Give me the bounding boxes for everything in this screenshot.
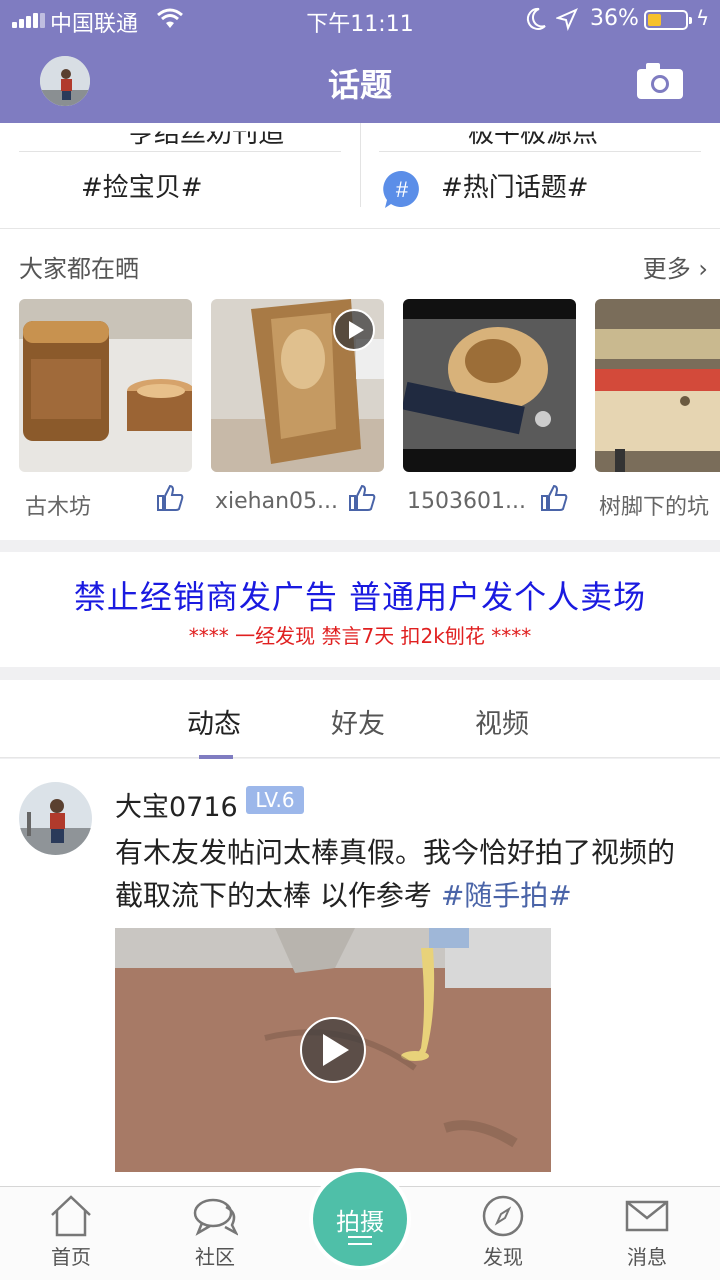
tabbar-label: 首页 xyxy=(51,1245,91,1269)
camera-icon[interactable] xyxy=(636,62,684,100)
tabbar-item-discover[interactable]: 发现 xyxy=(453,1193,553,1270)
photo-thumbnail[interactable] xyxy=(403,299,576,472)
status-bar: 中国联通 下午11:11 36% ϟ xyxy=(0,0,720,40)
thumbnail-author: 古木坊 xyxy=(25,495,92,520)
tabbar-label: 发现 xyxy=(483,1245,523,1269)
moon-icon xyxy=(526,7,546,30)
topic-grid: 亨结丝劝刊追 极平极源点 #捡宝贝# # #热门话题# xyxy=(0,123,720,228)
post-author[interactable]: 大宝0716 xyxy=(115,785,238,824)
menu-lines-icon xyxy=(348,1236,372,1245)
shoot-button[interactable]: 拍摄 xyxy=(309,1168,411,1270)
topic-label: #捡宝贝# xyxy=(81,173,203,203)
photo-thumbnail[interactable] xyxy=(19,299,192,472)
level-badge: LV.6 xyxy=(246,786,304,814)
tab-friends[interactable]: 好友 xyxy=(331,702,385,741)
thumbnail-author: 1503601... xyxy=(407,489,526,514)
avatar[interactable] xyxy=(19,782,92,855)
post-hashtag[interactable]: #随手拍# xyxy=(441,879,572,912)
top-bar: 中国联通 下午11:11 36% ϟ 话题 xyxy=(0,0,720,123)
thumbs-up-icon[interactable] xyxy=(347,483,377,513)
post-video[interactable] xyxy=(115,928,551,1172)
notice-subline: **** 一经发现 禁言7天 扣2k刨花 **** xyxy=(188,624,532,648)
chat-bubble-icon xyxy=(193,1198,238,1236)
shoot-button-inner: 拍摄 xyxy=(313,1172,407,1266)
home-icon xyxy=(51,1195,91,1237)
thumbnail-author: 树脚下的坑 xyxy=(599,495,710,520)
shoot-label: 拍摄 xyxy=(336,1208,384,1236)
tab-videos[interactable]: 视频 xyxy=(475,702,529,741)
tabbar-label: 消息 xyxy=(627,1245,667,1269)
page-title: 话题 xyxy=(327,66,392,104)
post-text: 有木友发帖问太棒真假。我今恰好拍了视频的 截取流下的太棒 以作参考 #随手拍# xyxy=(115,831,705,917)
feed-tabs: 动态 好友 视频 xyxy=(0,680,720,759)
battery-icon xyxy=(644,10,692,30)
topic-item[interactable]: #热门话题# xyxy=(360,153,700,221)
more-link[interactable]: 更多 › xyxy=(643,249,708,284)
mail-icon xyxy=(625,1200,669,1232)
compass-icon xyxy=(482,1195,524,1237)
section-title: 大家都在晒 xyxy=(19,255,139,283)
thumbs-up-icon[interactable] xyxy=(155,483,185,513)
battery-percent: 36% xyxy=(590,6,639,31)
notice-headline: 禁止经销商发广告 普通用户发个人卖场 xyxy=(73,578,647,616)
tabbar-item-community[interactable]: 社区 xyxy=(165,1193,265,1270)
location-icon xyxy=(556,8,578,32)
sharing-section: 大家都在晒 更多 › 古木坊 xiehan05... 1503601... 树脚… xyxy=(0,228,720,540)
topic-item[interactable]: #捡宝贝# xyxy=(0,153,340,221)
tab-dynamic[interactable]: 动态 xyxy=(187,702,241,741)
tabbar-label: 社区 xyxy=(195,1245,235,1269)
topic-label: #热门话题# xyxy=(441,173,589,203)
tabbar-item-messages[interactable]: 消息 xyxy=(597,1193,697,1270)
thumbnail-author: xiehan05... xyxy=(215,489,339,514)
tabbar-item-home[interactable]: 首页 xyxy=(21,1193,121,1270)
play-icon[interactable] xyxy=(333,309,375,351)
photo-thumbnail[interactable] xyxy=(595,299,720,472)
divider xyxy=(379,151,701,152)
charging-icon: ϟ xyxy=(696,6,710,30)
thumbs-up-icon[interactable] xyxy=(539,483,569,513)
notice-banner[interactable]: 禁止经销商发广告 普通用户发个人卖场 **** 一经发现 禁言7天 扣2k刨花 … xyxy=(0,552,720,667)
divider xyxy=(19,151,341,152)
post-body: 有木友发帖问太棒真假。我今恰好拍了视频的 截取流下的太棒 以作参考 xyxy=(115,836,676,912)
feed-post: 大宝0716 LV.6 有木友发帖问太棒真假。我今恰好拍了视频的 截取流下的太棒… xyxy=(0,759,720,1189)
